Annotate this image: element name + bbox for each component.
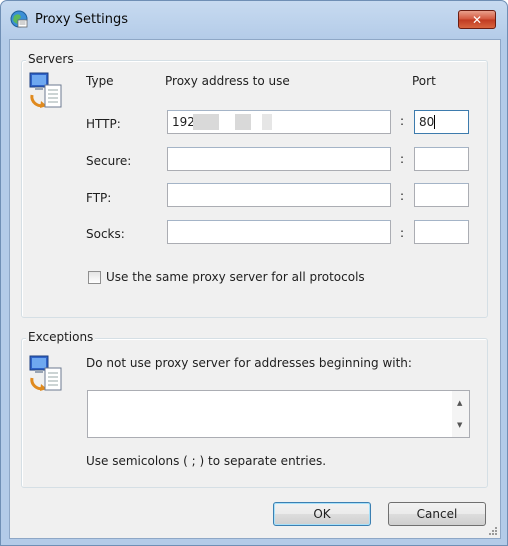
redacted-address-block xyxy=(235,114,251,130)
resize-grip-icon[interactable] xyxy=(488,526,498,536)
redacted-address-block xyxy=(193,114,219,130)
socks-port-separator: : xyxy=(400,226,405,240)
scroll-up-icon[interactable]: ▲ xyxy=(457,399,462,407)
proxy-settings-window: Proxy Settings ✕ Servers Type Proxy addr… xyxy=(0,0,508,546)
close-button[interactable]: ✕ xyxy=(458,10,496,29)
exceptions-description: Do not use proxy server for addresses be… xyxy=(86,356,412,370)
column-header-type: Type xyxy=(86,74,114,88)
secure-address-input[interactable] xyxy=(167,147,391,171)
text-caret xyxy=(434,115,435,129)
column-header-port: Port xyxy=(412,74,436,88)
ftp-label: FTP: xyxy=(86,191,112,205)
column-header-address: Proxy address to use xyxy=(165,74,290,88)
window-title: Proxy Settings xyxy=(35,12,129,27)
exceptions-textarea[interactable]: ▲ ▼ xyxy=(87,390,470,438)
dialog-body: Servers Type Proxy address to use Port H… xyxy=(9,39,501,539)
http-port-input[interactable] xyxy=(414,110,469,134)
scroll-down-icon[interactable]: ▼ xyxy=(457,421,462,429)
ftp-port-separator: : xyxy=(400,189,405,203)
same-proxy-label[interactable]: Use the same proxy server for all protoc… xyxy=(106,270,365,284)
socks-port-input[interactable] xyxy=(414,220,469,244)
exceptions-group-title: Exceptions xyxy=(26,330,96,344)
exceptions-hint: Use semicolons ( ; ) to separate entries… xyxy=(86,454,327,468)
ok-button[interactable]: OK xyxy=(273,502,371,526)
title-bar[interactable]: Proxy Settings ✕ xyxy=(1,1,507,39)
socks-label: Socks: xyxy=(86,227,125,241)
exceptions-scrollbar[interactable]: ▲ ▼ xyxy=(452,391,469,437)
servers-group-title: Servers xyxy=(26,52,76,66)
redacted-address-block xyxy=(262,114,272,130)
secure-label: Secure: xyxy=(86,154,132,168)
secure-port-input[interactable] xyxy=(414,147,469,171)
secure-port-separator: : xyxy=(400,152,405,166)
same-proxy-checkbox[interactable] xyxy=(88,271,101,284)
http-label: HTTP: xyxy=(86,117,121,131)
http-port-separator: : xyxy=(400,114,405,128)
cancel-button[interactable]: Cancel xyxy=(388,502,486,526)
socks-address-input[interactable] xyxy=(167,220,391,244)
globe-icon xyxy=(10,10,28,28)
computer-page-icon xyxy=(29,72,62,108)
ftp-port-input[interactable] xyxy=(414,183,469,207)
ftp-address-input[interactable] xyxy=(167,183,391,207)
computer-page-icon xyxy=(29,355,62,391)
close-icon: ✕ xyxy=(471,13,483,27)
